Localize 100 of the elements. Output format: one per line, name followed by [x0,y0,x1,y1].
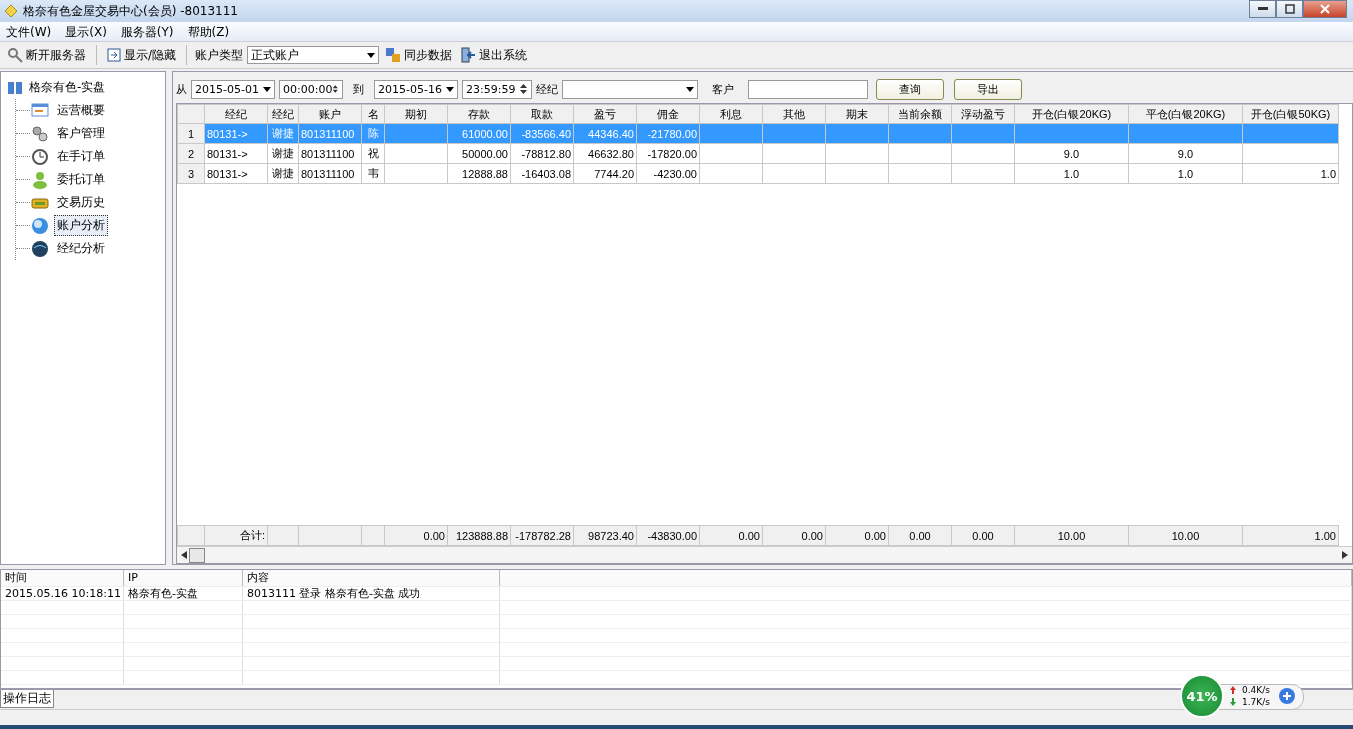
column-header[interactable]: 开仓(白银50KG) [1242,104,1339,124]
total-cell: 0.00 [762,525,826,546]
table-row[interactable]: 3 80131-> 谢捷 801311100 韦 12888.88 -16403.08 7744.20 -4230.00 1.0 1.0 1.0 [177,163,1339,184]
column-header[interactable]: 浮动盈亏 [951,104,1015,124]
sync-data-button[interactable]: 同步数据 [383,44,455,66]
table-cell: 谢捷 [267,163,299,184]
column-header[interactable]: 利息 [699,104,763,124]
clock-icon [30,146,50,167]
to-date-picker[interactable]: 2015-05-16 [374,79,458,99]
table-cell: 祝 [361,143,385,164]
column-header[interactable]: 期末 [825,104,889,124]
window-arrow-icon [107,48,121,62]
column-header[interactable]: IP [124,570,243,586]
tree-item[interactable]: 在手订单 [54,146,108,167]
total-cell: 0.00 [699,525,763,546]
table-cell: 9.0 [1014,143,1129,164]
menu-item[interactable]: 服务器(Y) [114,22,182,41]
column-header[interactable]: 账户 [298,104,362,124]
column-header[interactable]: 当前余额 [888,104,952,124]
tree-item[interactable]: 账户分析 [54,215,108,236]
table-cell: 7744.20 [573,163,637,184]
query-button[interactable]: 查询 [876,78,944,100]
total-cell: 0.00 [888,525,952,546]
window-title: 格奈有色金屋交易中心(会员) -8013111 [23,2,239,20]
total-cell: -43830.00 [636,525,700,546]
table-cell: -17820.00 [636,143,700,164]
table-cell: -4230.00 [636,163,700,184]
squares-icon [385,47,402,63]
total-cell: 10.00 [1014,525,1129,546]
tree-item[interactable]: 经纪分析 [54,238,108,259]
scroll-thumb[interactable] [189,547,205,563]
export-button[interactable]: 导出 [954,78,1022,100]
table-cell: -16403.08 [510,163,574,184]
column-header[interactable]: 取款 [510,104,574,124]
disconnect-server-button[interactable]: 断开服务器 [5,44,88,66]
table-cell: 谢捷 [267,143,299,164]
row-number: 1 [177,123,205,144]
column-header[interactable]: 开仓(白银20KG) [1014,104,1129,124]
show-hide-button[interactable]: 显示/隐藏 [105,44,179,66]
plus-icon[interactable] [1277,687,1296,705]
table-cell: 46632.80 [573,143,637,164]
tree-item[interactable]: 交易历史 [54,192,108,213]
scroll-left-icon[interactable] [181,551,187,559]
spinner-arrows-icon[interactable] [519,82,528,96]
book-icon [7,79,23,96]
table-cell: 韦 [361,163,385,184]
horizontal-scrollbar[interactable] [177,546,1352,563]
maximize-button[interactable] [1276,0,1303,18]
total-cell: 0.00 [384,525,448,546]
column-header[interactable]: 佣金 [636,104,700,124]
client-input-field[interactable] [748,79,868,99]
row-number: 2 [177,143,205,164]
caret-icon [263,86,271,92]
minimize-button[interactable] [1249,0,1276,18]
tree-item[interactable]: 客户管理 [54,123,108,144]
download-rate: 1.7K/s [1242,697,1270,707]
close-button[interactable] [1303,0,1347,18]
download-arrow-icon [1230,698,1236,706]
menu-item[interactable]: 文件(W) [0,22,60,41]
log-cell: 8013111 登录 格奈有色-实盘 成功 [243,587,500,600]
column-header[interactable]: 内容 [243,570,500,586]
globe-icon [30,215,50,236]
table-row[interactable]: 2 80131-> 谢捷 801311100 祝 50000.00 -78812.80 46632.80 -17820.00 9.0 9.0 [177,143,1339,164]
total-label: 合计: [204,525,268,546]
column-header[interactable]: 经纪 [267,104,299,124]
column-header[interactable]: 平仓(白银20KG) [1128,104,1243,124]
column-header[interactable]: 盈亏 [573,104,637,124]
table-cell: -78812.80 [510,143,574,164]
log-cell: 格奈有色-实盘 [124,587,243,600]
exit-system-button[interactable]: 退出系统 [458,44,530,66]
row-number: 3 [177,163,205,184]
table-cell: 9.0 [1128,143,1243,164]
column-header[interactable]: 经纪 [204,104,268,124]
log-tab[interactable]: 操作日志 [0,690,54,708]
column-header[interactable]: 存款 [447,104,511,124]
menu-item[interactable]: 显示(X) [59,22,115,41]
table-row[interactable]: 1 80131-> 谢捷 801311100 陈 61000.00 -83566.40 44346.40 -21780.00 [177,123,1339,144]
broker-dropdown[interactable] [562,79,698,99]
menu-item[interactable]: 帮助(Z) [181,22,238,41]
total-cell: -178782.28 [510,525,574,546]
table-cell: 80131-> [204,143,268,164]
scroll-right-icon[interactable] [1342,551,1348,559]
to-time-spinner[interactable]: 23:59:59 [462,79,532,99]
tree-item[interactable]: 运营概要 [54,100,108,121]
tree-item[interactable]: 格奈有色-实盘 [29,79,106,96]
person-icon [30,169,50,190]
column-header[interactable]: 期初 [384,104,448,124]
table-cell: 12888.88 [447,163,511,184]
maximize-icon [1284,4,1295,14]
total-cell: 10.00 [1128,525,1243,546]
total-cell: 0.00 [951,525,1015,546]
column-header[interactable]: 其他 [762,104,826,124]
tree-item[interactable]: 委托订单 [54,169,108,190]
from-date-picker[interactable]: 2015-05-01 [191,79,275,99]
from-time-spinner[interactable]: 00:00:00 [279,79,343,99]
column-header[interactable]: 名 [361,104,385,124]
column-header[interactable]: 时间 [1,570,124,586]
caret-icon [367,52,376,58]
account-type-dropdown[interactable]: 正式账户 [247,46,380,64]
account-type-label: 账户类型 [195,46,244,64]
